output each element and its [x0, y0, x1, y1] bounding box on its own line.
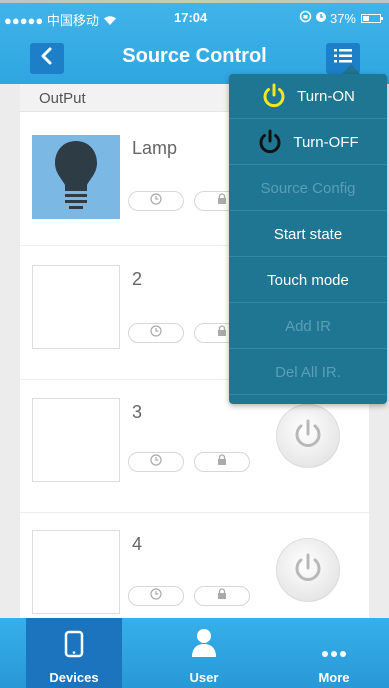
power-toggle-button[interactable]: [276, 404, 340, 468]
tab-more[interactable]: More: [286, 618, 382, 688]
clock-icon: [150, 453, 162, 471]
device-name: 3: [132, 402, 143, 422]
rotation-lock-icon: [299, 10, 312, 26]
menu-item-label: Source Config: [260, 179, 356, 197]
menu-item-label: Add IR: [285, 317, 331, 335]
clock-icon: [150, 587, 162, 605]
device-name: Lamp: [132, 138, 178, 158]
menu-item-add-ir: Add IR: [229, 304, 387, 349]
power-toggle-button[interactable]: [276, 538, 340, 602]
timer-button[interactable]: [128, 586, 184, 606]
menu-item-turn-on[interactable]: Turn-ON: [229, 74, 387, 119]
menu-item-label: Turn-OFF: [293, 133, 359, 151]
power-icon: [291, 551, 325, 590]
lock-icon: [217, 192, 227, 210]
menu-item-source-config: Source Config: [229, 166, 387, 211]
clock-icon: [150, 192, 162, 210]
tab-user[interactable]: User: [156, 618, 252, 688]
device-thumbnail[interactable]: [32, 530, 120, 614]
wifi-icon: [103, 13, 117, 28]
lock-button[interactable]: [194, 586, 250, 606]
alarm-icon: [315, 11, 327, 26]
navigation-header: ●●●●● 中国移动 17:04 37% Source Control: [0, 0, 389, 84]
phone-icon: [64, 618, 84, 664]
tab-label: Devices: [49, 670, 99, 685]
bottom-tab-bar: Devices User More: [0, 618, 389, 688]
device-name: 4: [132, 534, 143, 554]
battery-level-fill: [363, 15, 369, 21]
user-icon: [191, 618, 217, 664]
menu-item-label: Turn-ON: [297, 87, 355, 105]
menu-item-start-state[interactable]: Start state: [229, 212, 387, 257]
tab-devices[interactable]: Devices: [26, 618, 122, 688]
lock-button[interactable]: [194, 452, 250, 472]
lock-icon: [217, 587, 227, 605]
more-dots-icon: [321, 618, 347, 664]
lock-icon: [217, 324, 227, 342]
clock-icon: [150, 324, 162, 342]
lightbulb-icon: [53, 139, 99, 216]
menu-item-touch-mode[interactable]: Touch mode: [229, 258, 387, 303]
action-dropdown-menu: Turn-ON Turn-OFF Source Config Start sta…: [229, 74, 387, 404]
device-name: 2: [132, 269, 143, 289]
menu-item-turn-off[interactable]: Turn-OFF: [229, 120, 387, 165]
battery-icon: [361, 13, 383, 23]
power-icon: [291, 417, 325, 456]
menu-item-del-all-ir: Del All IR.: [229, 350, 387, 395]
power-icon: [261, 83, 287, 109]
menu-item-label: Start state: [273, 225, 343, 243]
device-row[interactable]: 4: [20, 514, 369, 618]
menu-item-label: Touch mode: [267, 271, 349, 289]
power-icon: [257, 129, 283, 155]
timer-button[interactable]: [128, 452, 184, 472]
status-bar: ●●●●● 中国移动 17:04 37%: [0, 0, 389, 36]
menu-item-label: Del All IR.: [275, 363, 341, 381]
status-time: 17:04: [174, 10, 208, 25]
tab-label: More: [318, 670, 350, 685]
lock-icon: [217, 453, 227, 471]
timer-button[interactable]: [128, 191, 184, 211]
device-thumbnail[interactable]: [32, 398, 120, 482]
device-thumbnail[interactable]: [32, 135, 120, 219]
timer-button[interactable]: [128, 323, 184, 343]
battery-percent: 37%: [329, 10, 356, 26]
tab-label: User: [189, 670, 219, 685]
carrier-label: ●●●●● 中国移动: [4, 13, 99, 28]
device-thumbnail[interactable]: [32, 265, 120, 349]
